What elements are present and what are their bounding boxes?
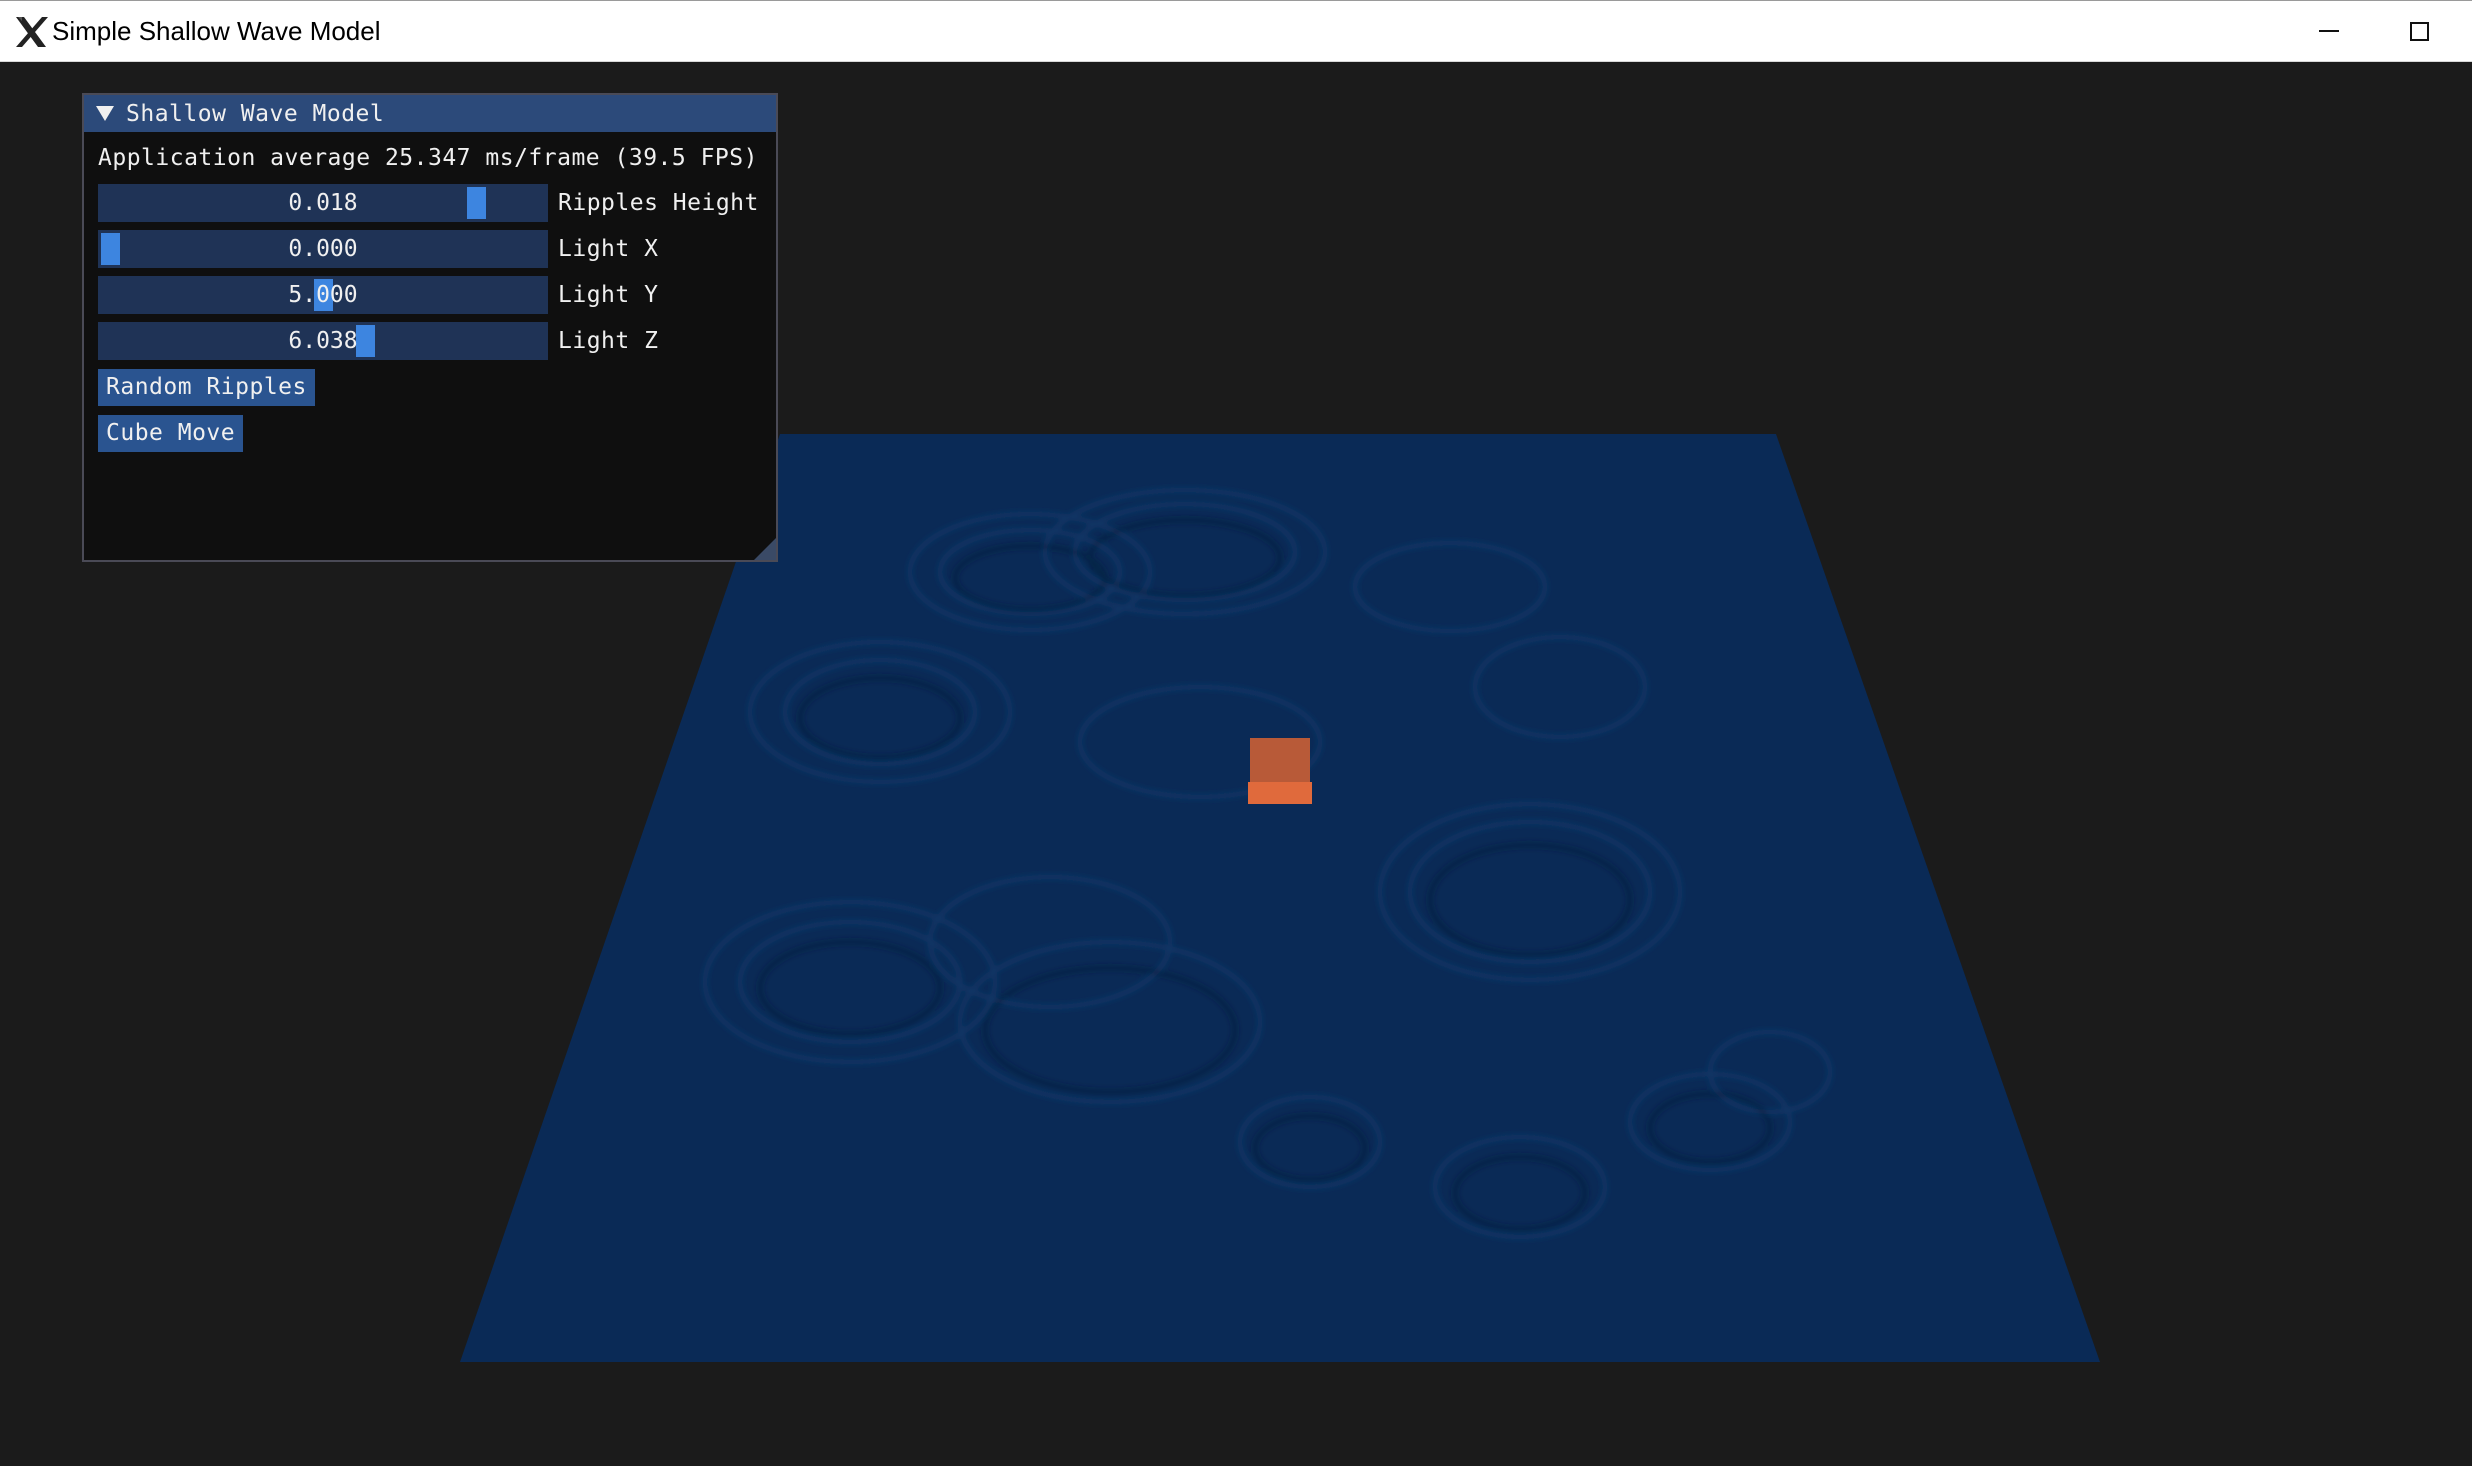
slider-ripples-height[interactable]: 0.018 Ripples Height xyxy=(98,184,768,222)
slider-label: Light Z xyxy=(558,328,659,354)
panel-title: Shallow Wave Model xyxy=(126,100,385,127)
resize-grip[interactable] xyxy=(754,538,776,560)
slider-light-x[interactable]: 0.000 Light X xyxy=(98,230,768,268)
random-ripples-button[interactable]: Random Ripples xyxy=(98,369,315,406)
cube[interactable] xyxy=(1248,738,1312,804)
x-logo-icon xyxy=(16,17,48,47)
slider-value: 0.000 xyxy=(288,236,358,262)
render-viewport[interactable]: Shallow Wave Model Application average 2… xyxy=(0,62,2472,1466)
slider-light-y[interactable]: 5.000 Light Y xyxy=(98,276,768,314)
minimize-icon xyxy=(2319,30,2339,32)
panel-header[interactable]: Shallow Wave Model xyxy=(84,95,776,132)
slider-value: 6.038 xyxy=(288,328,358,354)
maximize-icon xyxy=(2409,21,2429,41)
cube-move-button[interactable]: Cube Move xyxy=(98,415,244,452)
slider-label: Ripples Height xyxy=(558,190,759,216)
collapse-arrow-icon[interactable] xyxy=(96,106,114,121)
slider-label: Light Y xyxy=(558,282,659,308)
slider-track[interactable]: 0.000 xyxy=(98,230,548,268)
window-title: Simple Shallow Wave Model xyxy=(52,16,381,46)
slider-track[interactable]: 5.000 xyxy=(98,276,548,314)
slider-value: 5.000 xyxy=(288,282,358,308)
maximize-button[interactable] xyxy=(2374,1,2464,61)
slider-track[interactable]: 0.018 xyxy=(98,184,548,222)
slider-track[interactable]: 6.038 xyxy=(98,322,548,360)
control-panel[interactable]: Shallow Wave Model Application average 2… xyxy=(82,93,778,562)
slider-light-z[interactable]: 6.038 Light Z xyxy=(98,322,768,360)
minimize-button[interactable] xyxy=(2284,1,2374,61)
slider-label: Light X xyxy=(558,236,659,262)
frame-stats: Application average 25.347 ms/frame (39.… xyxy=(98,145,758,171)
title-bar: Simple Shallow Wave Model xyxy=(0,0,2472,62)
slider-value: 0.018 xyxy=(288,190,358,216)
